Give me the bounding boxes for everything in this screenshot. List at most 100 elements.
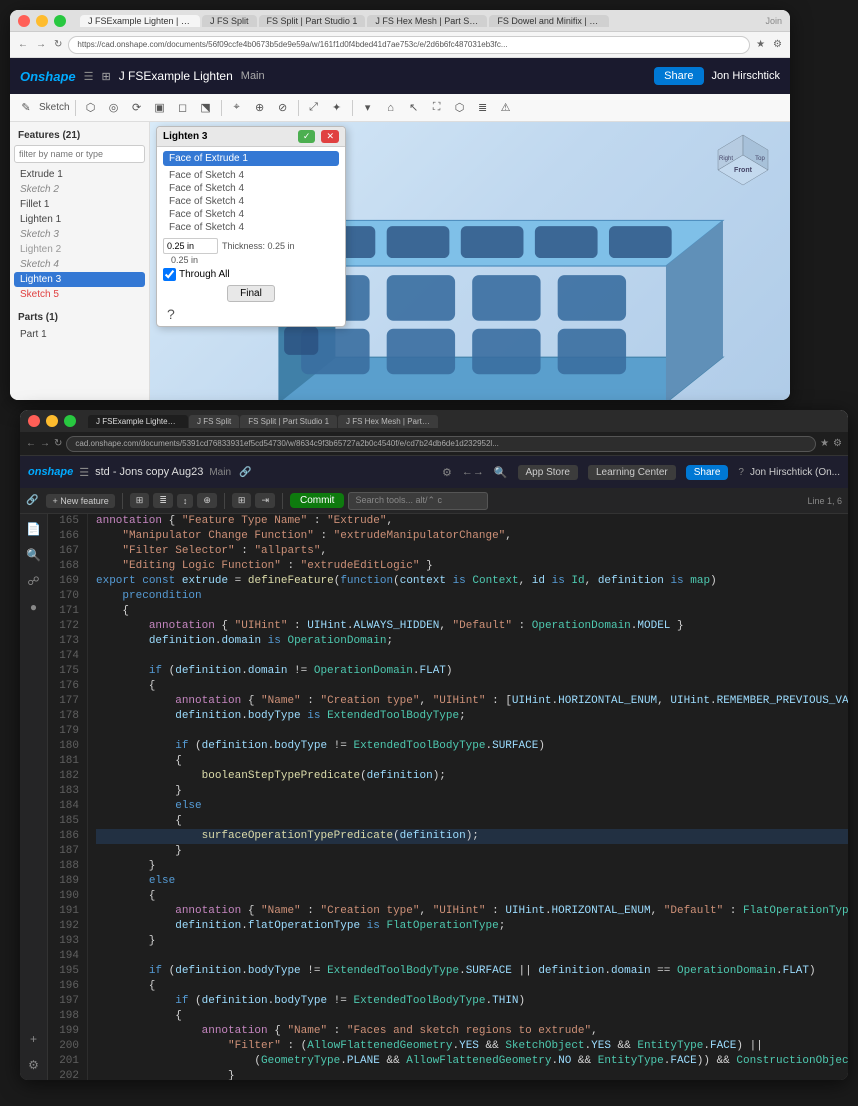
through-all-checkbox[interactable] <box>163 268 176 281</box>
tool5[interactable]: ◻ <box>173 98 193 118</box>
code-refresh-button[interactable]: ↻ <box>54 438 62 449</box>
toolbar-btn4[interactable]: ⊕ <box>197 493 217 508</box>
debug-icon[interactable]: ● <box>23 596 45 618</box>
face-item-5[interactable]: Face of Sketch 4 <box>163 221 339 234</box>
question-icon[interactable]: ? <box>738 467 744 478</box>
tab-dowel[interactable]: FS Dowel and Minifix | D... <box>489 15 609 27</box>
ln-184: 184 <box>52 799 79 814</box>
add-icon[interactable]: + <box>23 1028 45 1050</box>
feature-sketch4[interactable]: Sketch 4 <box>14 257 145 272</box>
code-editor[interactable]: 165 166 167 168 169 170 171 172 173 174 … <box>48 514 848 1080</box>
search-code-icon[interactable]: 🔍 <box>23 544 45 566</box>
feature-filter[interactable] <box>14 145 145 163</box>
tool14[interactable]: ↖ <box>404 98 424 118</box>
dialog-cancel-button[interactable]: ✕ <box>321 130 339 143</box>
sketch-label[interactable]: Sketch <box>39 102 70 113</box>
tool2[interactable]: ◎ <box>104 98 124 118</box>
tool4[interactable]: ▣ <box>150 98 170 118</box>
sketch-tool[interactable]: ✎ <box>16 98 36 118</box>
tool3[interactable]: ⟳ <box>127 98 147 118</box>
feature-sketch2[interactable]: Sketch 2 <box>14 182 145 197</box>
back-button[interactable]: ← <box>16 37 30 52</box>
learning-center-button[interactable]: Learning Center <box>588 465 676 480</box>
maximize-button[interactable] <box>54 15 66 27</box>
close-button[interactable] <box>18 15 30 27</box>
toolbar-btn3[interactable]: ↕ <box>177 494 194 508</box>
refresh-button[interactable]: ↻ <box>52 37 64 52</box>
toolbar-btn2[interactable]: ≣ <box>153 493 173 508</box>
code-tab-3[interactable]: FS Split | Part Studio 1 <box>240 415 337 428</box>
toolbar-btn1[interactable]: ⊞ <box>130 493 150 508</box>
code-url-bar[interactable]: cad.onshape.com/documents/5391cd76833931… <box>66 436 816 452</box>
search-icon[interactable]: 🔍 <box>494 466 508 479</box>
code-tab-4[interactable]: J FS Hex Mesh | Part Stu... <box>338 415 438 428</box>
dialog-ok-button[interactable]: ✓ <box>298 130 316 143</box>
toolbar-btn6[interactable]: ⇥ <box>255 493 275 508</box>
feature-lighten3[interactable]: Lighten 3 <box>14 272 145 287</box>
code-forward-button[interactable]: → <box>40 438 50 449</box>
tab-fssplit[interactable]: J FS Split <box>202 15 257 27</box>
feature-sketch5[interactable]: Sketch 5 <box>14 287 145 302</box>
feature-lighten1[interactable]: Lighten 1 <box>14 212 145 227</box>
final-button[interactable]: Final <box>227 285 275 302</box>
share-button[interactable]: Share <box>654 67 703 85</box>
search-tools-input[interactable]: Search tools... alt/⌃ c <box>348 492 488 510</box>
code-minimize-button[interactable] <box>46 415 58 427</box>
minimize-button[interactable] <box>36 15 48 27</box>
tool10[interactable]: ⤢ <box>304 98 324 118</box>
tab-hexmesh[interactable]: J FS Hex Mesh | Part Stu... <box>367 15 487 27</box>
code-line-180: if (definition.bodyType != ExtendedToolB… <box>96 739 848 754</box>
explorer-icon[interactable]: 📄 <box>23 518 45 540</box>
tool11[interactable]: ✦ <box>327 98 347 118</box>
git-icon[interactable]: ☍ <box>23 570 45 592</box>
forward-button[interactable]: → <box>34 37 48 52</box>
through-all-label: Through All <box>179 269 230 280</box>
code-bookmark-button[interactable]: ★ <box>820 438 829 449</box>
face-item-3[interactable]: Face of Sketch 4 <box>163 195 339 208</box>
feature-extrude1[interactable]: Extrude 1 <box>14 167 145 182</box>
face-item-1[interactable]: Face of Sketch 4 <box>163 169 339 182</box>
tab-fssplit2[interactable]: FS Split | Part Studio 1 <box>259 15 366 27</box>
app-store-button[interactable]: App Store <box>518 465 578 480</box>
thickness-input[interactable] <box>163 238 218 254</box>
code-back-button[interactable]: ← <box>26 438 36 449</box>
tool1[interactable]: ⬡ <box>81 98 101 118</box>
url-bar[interactable]: https://cad.onshape.com/documents/56f09c… <box>68 36 750 54</box>
tool17[interactable]: ≣ <box>473 98 493 118</box>
toolbar-btn5[interactable]: ⊞ <box>232 493 252 508</box>
code-share-button[interactable]: Share <box>686 465 729 480</box>
tool18[interactable]: ⚠ <box>496 98 516 118</box>
commit-button[interactable]: Commit <box>290 493 344 508</box>
ln-189: 189 <box>52 874 79 889</box>
part1[interactable]: Part 1 <box>14 327 145 342</box>
face-item-4[interactable]: Face of Sketch 4 <box>163 208 339 221</box>
code-close-button[interactable] <box>28 415 40 427</box>
code-tab-1[interactable]: J FSExample Lighten | Ph... <box>88 415 188 428</box>
code-ext-button[interactable]: ⚙ <box>833 438 842 449</box>
code-maximize-button[interactable] <box>64 415 76 427</box>
hamburger-icon[interactable]: ☰ <box>84 70 94 83</box>
tool6[interactable]: ⬔ <box>196 98 216 118</box>
feature-sketch3[interactable]: Sketch 3 <box>14 227 145 242</box>
tab-fsexample[interactable]: J FSExample Lighten | Ph... <box>80 15 200 27</box>
tool13[interactable]: ⌂ <box>381 98 401 118</box>
face-item-2[interactable]: Face of Sketch 4 <box>163 182 339 195</box>
code-hamburger-icon[interactable]: ☰ <box>79 466 89 479</box>
tool16[interactable]: ⬡ <box>450 98 470 118</box>
selected-face[interactable]: Face of Extrude 1 <box>163 151 339 166</box>
tool7[interactable]: ⌖ <box>227 98 247 118</box>
code-tab-2[interactable]: J FS Split <box>189 415 239 428</box>
settings-code-icon[interactable]: ⚙ <box>23 1054 45 1076</box>
feature-fillet1[interactable]: Fillet 1 <box>14 197 145 212</box>
3d-viewport[interactable]: Lighten 3 ✓ ✕ Face of Extrude 1 Face of … <box>150 122 790 400</box>
new-feature-button[interactable]: + New feature <box>46 494 114 508</box>
tool8[interactable]: ⊕ <box>250 98 270 118</box>
tool15[interactable]: ⛶ <box>427 98 447 118</box>
feature-lighten2[interactable]: Lighten 2 <box>14 242 145 257</box>
bookmark-button[interactable]: ★ <box>754 37 767 52</box>
tool9[interactable]: ⊘ <box>273 98 293 118</box>
view-cube[interactable]: Front Right Top <box>708 130 778 200</box>
settings-icon[interactable]: ⚙ <box>442 466 452 479</box>
tool12[interactable]: ▾ <box>358 98 378 118</box>
extensions-button[interactable]: ⚙ <box>771 37 784 52</box>
